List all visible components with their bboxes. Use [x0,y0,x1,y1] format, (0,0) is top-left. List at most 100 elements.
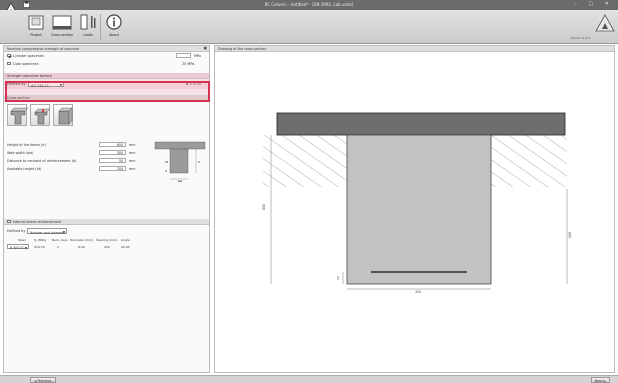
cross-section-button[interactable]: Cross-section [48,13,76,37]
cube-checkbox[interactable]: Cube specimen [7,61,39,66]
dim-hf: hf [165,160,169,164]
dim-d: d [165,169,167,173]
about-label: About [109,33,119,37]
col-steel: Steel [18,238,26,242]
height-field-row: Height of the beam (h) 600 mm [4,141,154,149]
col-diameter: Diameter (mm) [70,238,94,242]
checkbox-icon[interactable] [7,219,11,224]
window-title: RC Column - Untitled* - [EN 1992, Lab un… [264,2,354,7]
soil-hatch-right [491,135,567,187]
section-t-button[interactable] [30,104,51,126]
dim-height-left: 600 [262,204,266,210]
dim-cover: 50 [336,276,340,280]
web-width-input[interactable]: 300 [99,150,126,155]
centroid-unit: mm [129,159,136,163]
angle-value[interactable]: 90.00 [121,245,130,249]
chevron-down-icon: ▼ [62,229,65,234]
shear-table: Steel fy (MPa) Num. bars Diameter (mm) S… [4,238,209,258]
diameter-value[interactable]: 8.00 [78,245,85,249]
window-controls[interactable]: – ▢ ✕ [574,1,614,7]
drawing-header: Drawing of the cross-section [215,46,614,52]
dim-width: 300 [415,290,421,294]
t-section-alt-icon [34,108,51,125]
centroid-input[interactable]: 50 [99,158,126,163]
height-unit: mm [129,143,136,147]
cross-section-drawing: 600 400 300 50 [262,112,572,294]
version-text: Version 2.0.0 [570,36,590,40]
dim-height-right: 400 [568,232,572,238]
shear-method-select[interactable]: Number and diameter ▼ [27,228,67,235]
shear-defined-by-row: Defined by Number and diameter ▼ [4,227,209,235]
web-width-field-row: Web width (bw) 300 mm [4,149,154,157]
loads-icon [80,14,96,30]
slab-flange [276,112,566,136]
steel-select[interactable]: B 500 SC ▼ [7,244,29,250]
col-num-bars: Num. bars [52,238,68,242]
cylinder-checkbox[interactable]: Cylinder specimen [7,53,45,58]
available-height-label: Available height (hf) [7,167,42,171]
concrete-strength-input[interactable] [176,53,191,58]
cross-section-label: Cross-section [50,33,74,37]
web-width-label: Web width (bw) [7,151,34,155]
soil-hatch-left [263,135,347,187]
about-button[interactable]: About [104,13,124,37]
spacing-value[interactable]: 200 [104,245,110,249]
drawing-panel: Drawing of the cross-section 600 400 300… [214,45,615,373]
section-l-button[interactable] [53,104,73,126]
brand-logo-icon [595,14,615,32]
col-spacing: Spacing (mm) [96,238,118,242]
centroid-field-row: Distance to centroid of reinforcement (d… [4,157,154,165]
section-rectangular-button[interactable] [7,104,28,126]
collapse-icon[interactable]: ▣ [204,46,207,50]
brand-logo [595,14,615,32]
cross-section-icon [52,15,72,30]
checkbox-icon[interactable] [7,53,11,58]
chevron-down-icon: ▼ [24,245,27,250]
available-height-unit: mm [129,167,136,171]
save-icon[interactable] [23,1,30,8]
concrete-strength-title: Nominal compressive strength of concrete [7,47,80,51]
cylinder-row: Cylinder specimen MPa [4,52,209,60]
shear-method-value: Number and diameter [30,231,66,235]
col-fy: fy (MPa) [34,238,47,242]
concrete-unit: MPa [194,54,201,58]
shear-defined-by-label: Defined by [7,229,26,233]
web-section [346,134,492,285]
dim-bw: bw [178,179,183,183]
col-angle: Angle [121,238,130,242]
shear-title: Internal shear reinforcement [12,220,62,224]
t-section-icon [10,107,28,125]
bottom-bar: ◄ Previous Next ► [0,375,618,383]
num-bars-value[interactable]: 2 [57,245,59,249]
drawing-title: Drawing of the cross-section [218,47,267,51]
height-input[interactable]: 600 [99,142,126,147]
dim-h: h [198,160,200,164]
section-sketch: h hf bw d [154,141,206,183]
shear-reinforcement-header: Internal shear reinforcement [4,219,209,225]
checkbox-icon[interactable] [7,61,11,66]
fy-value[interactable]: 434.78 [34,245,45,249]
available-height-field-row: Available height (hf) 200 mm [4,165,154,173]
dimension-fields: Height of the beam (h) 600 mm Web width … [4,141,209,183]
available-height-input[interactable]: 200 [99,166,126,171]
cube-value: 25 MPa [182,62,195,66]
title-bar: RC Column - Untitled* - [EN 1992, Lab un… [0,0,618,10]
cube-label: Cube specimen [12,62,39,66]
ribbon-separator [100,14,101,40]
strength-reduction-highlight [5,81,210,102]
cube-row: Cube specimen 25 MPa [4,60,209,68]
loads-button[interactable]: Loads [78,13,98,37]
previous-button[interactable]: ◄ Previous [30,377,56,383]
next-button[interactable]: Next ► [590,377,610,383]
centroid-label: Distance to centroid of reinforcement (d… [7,159,77,163]
steel-value: B 500 SC [10,245,25,250]
web-width-unit: mm [129,151,136,155]
section-type-icons [4,101,209,131]
project-icon [28,15,44,30]
project-button[interactable]: Project [26,13,46,37]
ribbon: Project Cross-section Loads About Versio… [0,10,618,44]
info-icon [106,14,122,30]
table-row: B 500 SC ▼ 434.78 2 8.00 200 90.00 [4,244,209,251]
project-label: Project [30,33,42,37]
cylinder-label: Cylinder specimen [12,54,45,58]
